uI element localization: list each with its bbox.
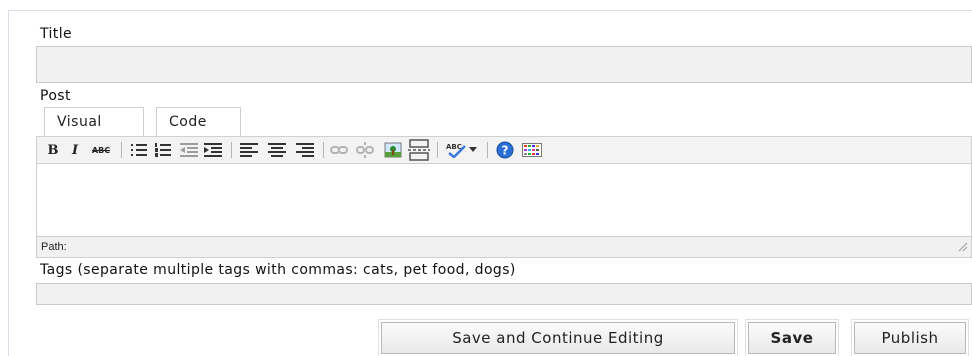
more-break-icon[interactable]: [407, 139, 431, 161]
help-icon[interactable]: ?: [495, 141, 515, 159]
spellcheck-icon[interactable]: ABC: [445, 141, 467, 159]
save-and-continue-button[interactable]: Save and Continue Editing: [378, 319, 738, 356]
toolbar-separator: [121, 142, 122, 158]
align-right-icon[interactable]: [295, 141, 315, 159]
toolbar-separator: [437, 142, 438, 158]
link-icon[interactable]: [329, 141, 349, 159]
bullet-list-icon[interactable]: [129, 141, 149, 159]
tags-label: Tags (separate multiple tags with commas…: [40, 262, 516, 278]
svg-text:?: ?: [502, 144, 509, 158]
bold-icon[interactable]: B: [45, 141, 61, 159]
post-label: Post: [40, 88, 71, 104]
align-center-icon[interactable]: [267, 141, 287, 159]
tab-visual[interactable]: Visual: [44, 107, 144, 137]
tab-code[interactable]: Code: [156, 107, 241, 137]
unlink-icon[interactable]: [355, 141, 375, 159]
save-button[interactable]: Save: [745, 319, 839, 356]
dropdown-arrow-icon[interactable]: [467, 141, 479, 159]
path-bar: Path:: [36, 236, 972, 258]
toolbar-separator: [231, 142, 232, 158]
italic-icon[interactable]: I: [67, 141, 83, 159]
editor-toolbar: B I ABC ABC ?: [36, 136, 972, 164]
resize-handle-icon[interactable]: [958, 242, 968, 255]
align-left-icon[interactable]: [239, 141, 259, 159]
strikethrough-icon[interactable]: ABC: [89, 141, 113, 159]
toolbar-separator: [323, 142, 324, 158]
image-icon[interactable]: [383, 141, 403, 159]
toolbar-separator: [487, 142, 488, 158]
numbered-list-icon[interactable]: [153, 141, 173, 159]
indent-icon[interactable]: [203, 141, 223, 159]
path-label: Path:: [41, 241, 67, 253]
outdent-icon[interactable]: [179, 141, 199, 159]
publish-button[interactable]: Publish: [851, 319, 969, 356]
tags-input[interactable]: [36, 283, 972, 305]
title-label: Title: [40, 26, 73, 42]
title-input[interactable]: [36, 46, 972, 83]
post-content-editor[interactable]: [36, 164, 972, 236]
kitchen-sink-icon[interactable]: [521, 141, 543, 159]
